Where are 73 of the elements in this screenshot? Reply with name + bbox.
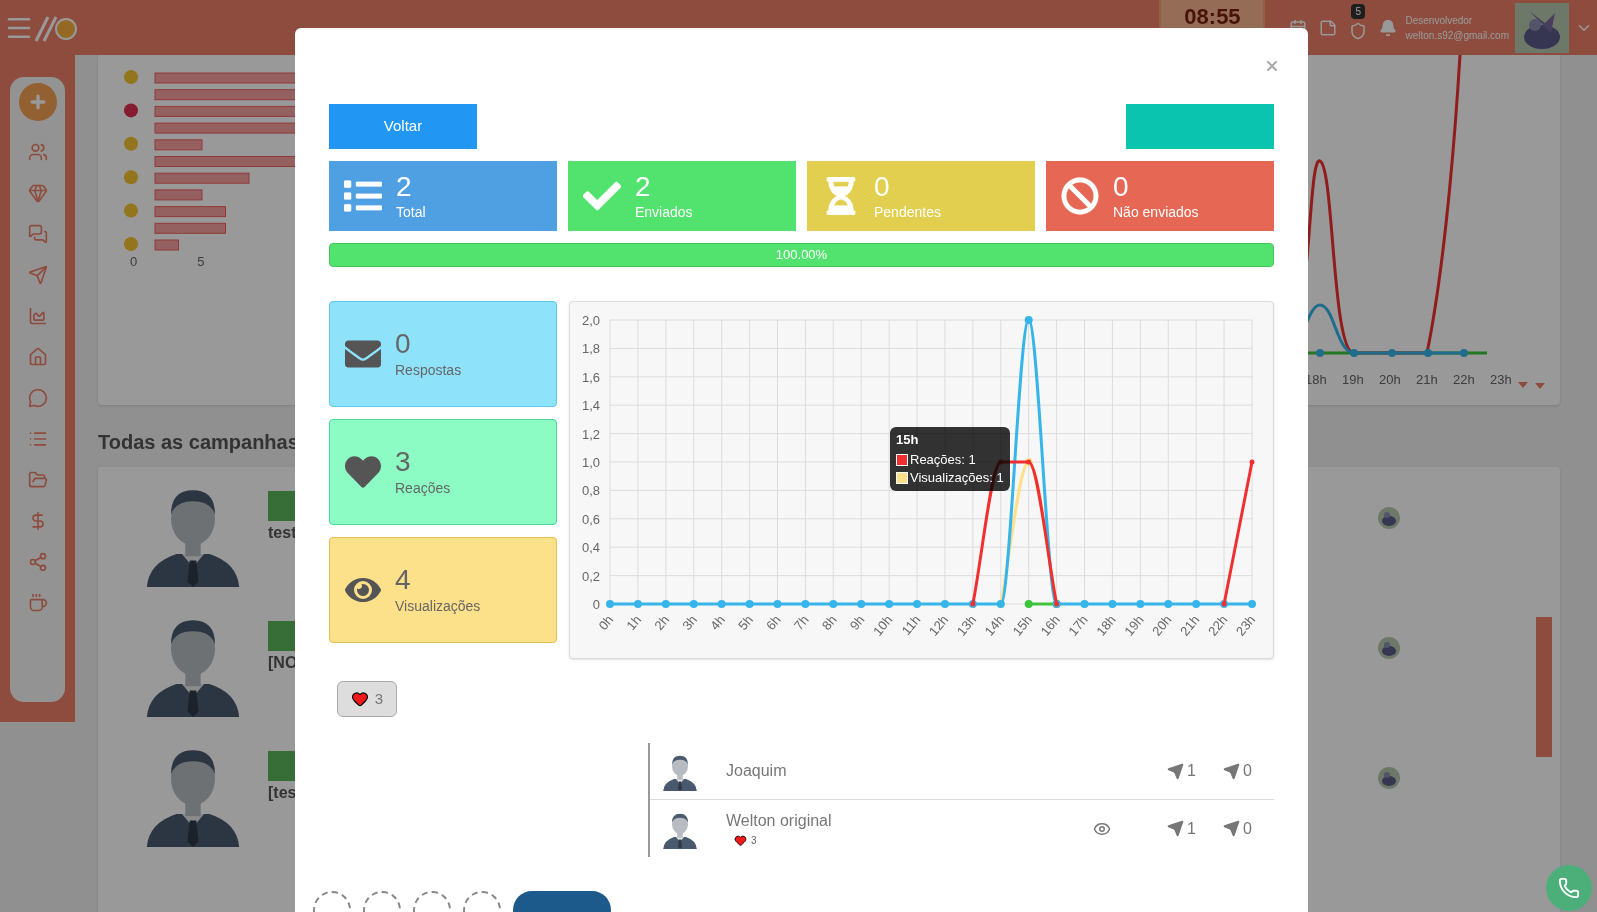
- axis-tick-label: 0: [130, 253, 138, 271]
- recipient-name: Joaquim: [726, 761, 788, 781]
- failed-count: 0: [1243, 818, 1252, 839]
- x-tick-label: 13h: [953, 612, 980, 639]
- y-tick-label: 0: [592, 597, 600, 612]
- axis-tick-label: 19h: [1342, 371, 1365, 389]
- engagement-value: 0: [395, 328, 412, 360]
- x-tick-label: 17h: [1065, 612, 1091, 639]
- y-tick-label: 2,0: [581, 313, 600, 328]
- x-tick-label: 12h: [925, 612, 952, 639]
- x-tick-label: 14h: [981, 612, 1008, 639]
- y-tick-label: 0,6: [581, 511, 600, 527]
- x-tick-label: 3h: [679, 612, 701, 633]
- tooltip-title: 15h: [896, 431, 920, 449]
- notification-badge: 5: [1351, 3, 1366, 19]
- engagement-label: Visualizações: [395, 597, 481, 616]
- x-tick-label: 20h: [1149, 612, 1175, 639]
- x-tick-label: 18h: [1093, 612, 1119, 639]
- x-tick-label: 16h: [1037, 612, 1063, 639]
- section-heading: Todas as campanhas: [98, 430, 299, 455]
- stat-label: Total: [396, 203, 426, 221]
- tooltip-item: Visualizações: 1: [910, 469, 1004, 487]
- sent-count: 1: [1187, 818, 1196, 839]
- x-tick-label: 6h: [763, 612, 784, 633]
- y-tick-label: 0,8: [581, 483, 600, 499]
- user-role: Desenvolvedor: [1405, 13, 1474, 28]
- y-tick-label: 1,4: [581, 398, 600, 414]
- campaign-title: test: [268, 523, 298, 543]
- x-tick-label: 2h: [651, 612, 673, 633]
- stat-value: 0: [1113, 171, 1130, 203]
- stat-value: 2: [396, 171, 413, 203]
- campaign-title: [tes: [268, 783, 298, 803]
- stat-label: Pendentes: [874, 203, 941, 221]
- x-tick-label: 9h: [846, 612, 868, 633]
- y-tick-label: 1,8: [581, 341, 600, 357]
- x-tick-label: 0h: [595, 612, 617, 633]
- y-tick-label: 0,4: [581, 540, 600, 556]
- progress-text: 100.00%: [774, 246, 829, 265]
- x-tick-label: 11h: [898, 612, 924, 638]
- stat-label: Não enviados: [1113, 203, 1199, 221]
- tooltip-item: Reações: 1: [910, 451, 976, 469]
- engagement-label: Respostas: [395, 361, 462, 380]
- x-tick-label: 1h: [623, 612, 645, 633]
- x-tick-label: 8h: [818, 612, 840, 633]
- x-tick-label: 15h: [1009, 612, 1035, 639]
- y-tick-label: 1,2: [581, 426, 600, 442]
- axis-tick-label: 21h: [1416, 371, 1439, 389]
- axis-tick-label: 22h: [1453, 371, 1476, 389]
- x-tick-label: 4h: [707, 612, 728, 633]
- engagement-value: 4: [395, 564, 412, 596]
- engagement-label: Reações: [395, 479, 451, 498]
- y-tick-label: 1,0: [581, 455, 600, 470]
- stat-value: 2: [635, 171, 652, 203]
- x-tick-label: 21h: [1177, 612, 1203, 639]
- reaction-count: 3: [751, 834, 757, 848]
- stat-label: Enviados: [635, 203, 693, 221]
- x-tick-label: 5h: [735, 612, 756, 633]
- axis-tick-label: 23h: [1490, 371, 1513, 389]
- x-tick-label: 7h: [790, 612, 812, 633]
- y-tick-label: 0,2: [581, 568, 600, 584]
- y-tick-label: 1,6: [581, 369, 600, 385]
- axis-tick-label: 20h: [1379, 371, 1402, 389]
- sent-count: 1: [1187, 761, 1196, 781]
- failed-count: 0: [1243, 761, 1252, 781]
- engagement-value: 3: [395, 446, 412, 478]
- recipient-name: Welton original: [726, 811, 833, 831]
- x-tick-label: 10h: [870, 612, 896, 639]
- axis-tick-label: 5: [197, 253, 205, 271]
- stat-value: 0: [874, 171, 891, 203]
- user-email: welton.s92@gmail.com: [1405, 28, 1509, 43]
- x-tick-label: 23h: [1232, 612, 1259, 639]
- x-tick-label: 22h: [1204, 612, 1231, 639]
- x-tick-label: 19h: [1121, 612, 1147, 639]
